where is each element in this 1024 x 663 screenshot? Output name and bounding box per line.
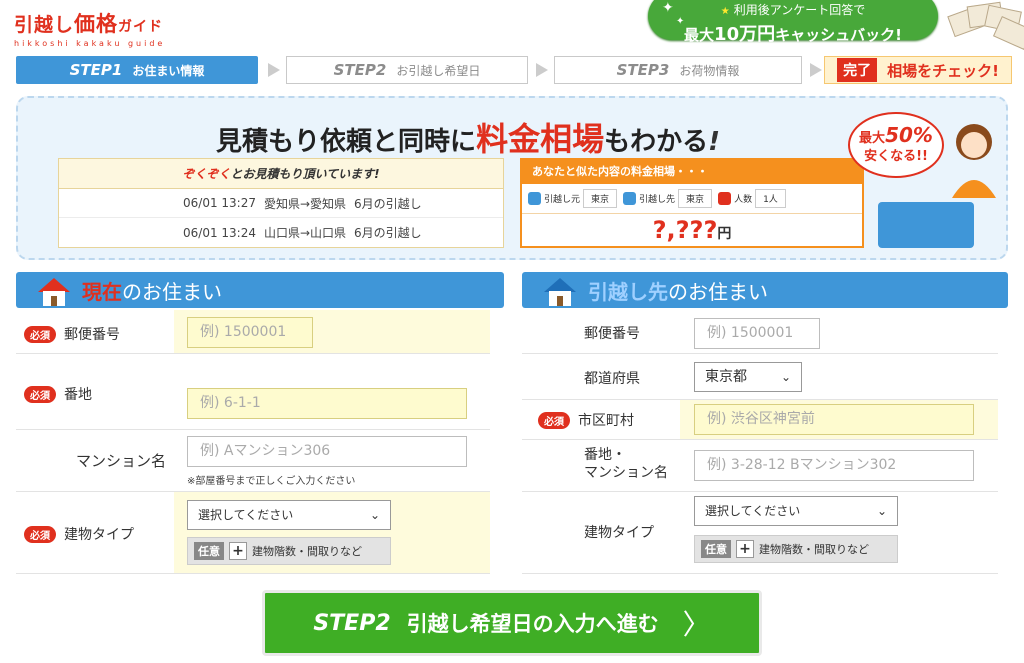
step-arrow-icon: [536, 63, 548, 77]
destination-form: 郵便番号 例) 1500001 都道府県 東京都 ⌄ 必須 市区町村 例) 渋谷区神…: [522, 310, 998, 574]
prefecture-select[interactable]: 東京都 ⌄: [694, 362, 802, 392]
building-type-select[interactable]: 選択してください ⌄: [187, 500, 391, 530]
destination-header: 引越し先 のお住まい: [522, 272, 1008, 308]
dest-building-type-select[interactable]: 選択してください ⌄: [694, 496, 898, 526]
estimate-banner: 見積もり依頼と同時に料金相場もわかる! ぞくぞくとお見積もり頂いています! 06…: [16, 96, 1008, 260]
price-header: あなたと似た内容の料金相場・・・: [522, 160, 862, 184]
dest-address-input[interactable]: 例) 3-28-12 Bマンション302: [694, 450, 974, 481]
sparkle-icon: ✦: [676, 16, 685, 27]
house-icon: [544, 278, 576, 306]
gift-tickets-image: [944, 0, 1024, 50]
building-options-button[interactable]: 任意 + 建物階数・間取りなど: [187, 537, 391, 565]
price-conditions: 引越し元 東京 引越し先 東京 人数 1人: [522, 184, 862, 214]
dest-postal-input[interactable]: 例) 1500001: [694, 318, 820, 349]
truck-icon: [623, 192, 637, 205]
chevron-down-icon: ⌄: [876, 504, 887, 518]
chip-people: 人数 1人: [718, 189, 786, 208]
chip-destination: 引越し先 東京: [623, 189, 713, 208]
recent-header: ぞくぞくとお見積もり頂いています!: [59, 159, 503, 189]
banner-title: 見積もり依頼と同時に料金相場もわかる!: [216, 120, 720, 158]
cashback-line2: 最大10万円キャッシュバック!: [684, 24, 902, 45]
city-label: 必須 市区町村: [538, 410, 634, 430]
mansion-input[interactable]: 例) Aマンション306: [187, 436, 467, 467]
next-step-button[interactable]: STEP2 引越し希望日の入力へ進む〉: [262, 590, 762, 656]
site-logo[interactable]: 引越し価格ガイド hikkoshi kakaku guide: [14, 8, 165, 48]
step-arrow-icon: [810, 63, 822, 77]
address-label: 必須 番地: [24, 384, 92, 404]
logo-text: 引越し価格ガイド: [14, 12, 164, 36]
laptop-illustration: [878, 202, 974, 248]
step-3: STEP3 お荷物情報: [554, 56, 802, 84]
plus-icon: +: [736, 540, 754, 558]
list-item: 06/01 13:27 愛知県→愛知県 6月の引越し: [59, 189, 503, 218]
prefecture-label: 都道府県: [584, 371, 640, 387]
current-residence-header: 現在 のお住まい: [16, 272, 504, 308]
step-2: STEP2 お引越し希望日: [286, 56, 528, 84]
city-input[interactable]: 例) 渋谷区神宮前: [694, 404, 974, 435]
logo-subtitle: hikkoshi kakaku guide: [14, 39, 166, 48]
price-estimate-box: あなたと似た内容の料金相場・・・ 引越し元 東京 引越し先 東京 人数 1人 ?,??…: [520, 158, 864, 248]
discount-bubble: 最大50% 安くなる!!: [848, 112, 944, 178]
step-progress: STEP1 お住まい情報 STEP2 お引越し希望日 STEP3 お荷物情報 完了 相場…: [16, 56, 1012, 84]
current-residence-form: 必須 郵便番号 例) 1500001 必須 番地 例) 6-1-1 マンション名 例…: [16, 310, 490, 574]
step-complete: 完了 相場をチェック!: [824, 56, 1012, 84]
address-mansion-label: 番地・ マンション名: [584, 447, 668, 481]
cashback-banner[interactable]: ✦ ✦ ★ 利用後アンケート回答で 最大10万円キャッシュバック!: [648, 0, 938, 45]
postal-input[interactable]: 例) 1500001: [187, 317, 313, 348]
house-icon: [38, 278, 70, 306]
dest-postal-label: 郵便番号: [584, 326, 640, 342]
woman-illustration: [952, 124, 996, 198]
dest-building-type-label: 建物タイプ: [584, 525, 654, 541]
step-arrow-icon: [268, 63, 280, 77]
cashback-line1: ★ 利用後アンケート回答で: [720, 3, 866, 17]
chevron-down-icon: ⌄: [369, 508, 380, 522]
sparkle-icon: ✦: [662, 0, 674, 16]
list-item: 06/01 13:24 山口県→山口県 6月の引越し: [183, 225, 422, 241]
mansion-label: マンション名: [76, 452, 167, 470]
step-1: STEP1 お住まい情報: [16, 56, 258, 84]
building-type-label: 必須 建物タイプ: [24, 524, 134, 544]
dest-building-options-button[interactable]: 任意 + 建物階数・間取りなど: [694, 535, 898, 563]
truck-icon: [528, 192, 541, 205]
postal-label: 必須 郵便番号: [24, 324, 120, 344]
plus-icon: +: [229, 542, 247, 560]
address-input[interactable]: 例) 6-1-1: [187, 388, 467, 419]
recent-estimates: ぞくぞくとお見積もり頂いています! 06/01 13:27 愛知県→愛知県 6月の引…: [58, 158, 504, 248]
price-value: ?,???円: [652, 216, 732, 244]
chevron-right-icon: 〉: [682, 608, 711, 641]
person-icon: [718, 192, 732, 205]
mansion-note: ※部屋番号まで正しくご入力ください: [187, 476, 356, 487]
chip-origin: 引越し元 東京: [528, 189, 618, 208]
chevron-down-icon: ⌄: [780, 370, 791, 384]
